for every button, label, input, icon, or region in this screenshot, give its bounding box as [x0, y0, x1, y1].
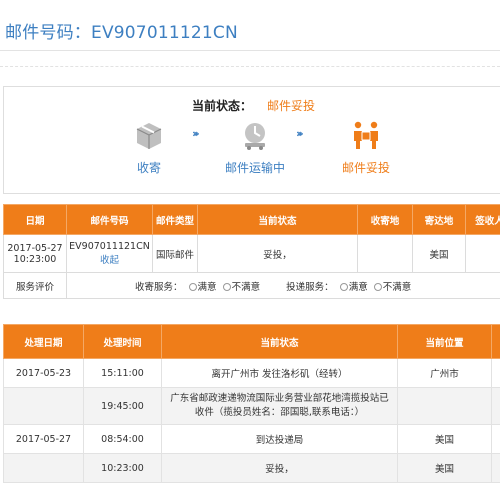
cell-number: EV907011121CN 收起: [66, 234, 153, 273]
row-status: 离开广州市 发往洛杉矶（经转）: [161, 358, 398, 388]
col-header-current-status: 当前状态: [161, 324, 398, 359]
col-header-signer: 签收人: [465, 204, 500, 235]
row-date: 2017-05-27: [3, 424, 84, 454]
deliver-satisfied-radio[interactable]: [339, 282, 348, 291]
cell-type: 国际邮件: [152, 234, 198, 273]
collect-satisfied-label: 满意: [197, 281, 217, 293]
table-row: 19:45:00 广东省邮政速递物流国际业务营业部花地湾揽投站已收件（揽投员姓名…: [3, 387, 500, 425]
tracking-table: 处理日期 处理时间 当前状态 当前位置 2017-05-23 15:11:00 …: [3, 324, 500, 483]
deliver-unsatisfied-label: 不满意: [382, 281, 412, 293]
row-time: 15:11:00: [83, 358, 162, 388]
table-row: 10:23:00 妥投， 美国: [3, 453, 500, 483]
table-row: 2017-05-23 15:11:00 离开广州市 发往洛杉矶（经转） 广州市: [3, 358, 500, 388]
row-location: 美国: [397, 424, 492, 454]
progress-arrows-2: ›››: [296, 127, 303, 140]
col-header-date: 日期: [3, 204, 67, 235]
row-date: [3, 453, 84, 483]
col-header-location: 当前位置: [397, 324, 492, 359]
cell-status: 妥投，: [197, 234, 358, 273]
row-location: 广州市: [397, 358, 492, 388]
rating-row: 服务评价 收寄服务： 满意 不满意 投递服务： 满意 不满意: [3, 272, 500, 299]
row-date: 2017-05-23: [3, 358, 84, 388]
rating-label: 服务评价: [3, 272, 67, 299]
status-value: 邮件妥投: [267, 99, 316, 113]
row-status: 妥投，: [161, 453, 398, 483]
package-icon: [136, 123, 162, 149]
status-label: 当前状态：: [192, 99, 253, 113]
dotted-divider: [0, 66, 500, 67]
col-header-process-date: 处理日期: [3, 324, 84, 359]
step-label-delivered: 邮件妥投: [341, 161, 390, 175]
cell-date: 2017-05-27 10:23:00: [3, 234, 67, 273]
delivery-people-icon: [354, 121, 378, 149]
col-header-type: 邮件类型: [152, 204, 198, 235]
col-header-number: 邮件号码: [66, 204, 153, 235]
col-header-status: 当前状态: [197, 204, 358, 235]
collect-unsatisfied-label: 不满意: [231, 281, 261, 293]
mail-number: EV907011121CN: [69, 241, 150, 252]
step-transport: 邮件运输中: [215, 119, 295, 179]
cell-destination: 美国: [412, 234, 466, 273]
step-label-collect: 收寄: [136, 161, 161, 175]
col-header-process-time: 处理时间: [83, 324, 162, 359]
status-panel: 当前状态： 邮件妥投 收寄 ››› 邮件运输中 ››› 邮件妥投: [3, 86, 500, 194]
header-divider: [0, 50, 500, 51]
row-time: 19:45:00: [83, 387, 162, 425]
row-location: 美国: [397, 453, 492, 483]
mail-info-table: 日期 邮件号码 邮件类型 当前状态 收寄地 寄达地 签收人 2017-05-27…: [3, 204, 500, 299]
progress-arrows-1: ›››: [192, 127, 199, 140]
row-time: 08:54:00: [83, 424, 162, 454]
collapse-link[interactable]: 收起: [67, 252, 152, 266]
row-date: [3, 387, 84, 425]
step-collect: 收寄: [109, 119, 189, 179]
row-status: 到达投递局: [161, 424, 398, 454]
table-row: 2017-05-27 08:54:00 到达投递局 美国: [3, 424, 500, 454]
cell-signer: [465, 234, 500, 273]
row-status: 广东省邮政速递物流国际业务营业部花地湾揽投站已收件（揽投员姓名：邵国聪,联系电话…: [161, 387, 398, 425]
step-label-transport: 邮件运输中: [224, 161, 285, 175]
col-header-origin: 收寄地: [357, 204, 413, 235]
collect-satisfied-radio[interactable]: [188, 282, 197, 291]
rating-options: 收寄服务： 满意 不满意 投递服务： 满意 不满意: [66, 272, 500, 299]
mail-number-title: 邮件号码：EV907011121CN: [5, 23, 238, 43]
page-header: 邮件号码：EV907011121CN: [0, 0, 500, 52]
deliver-satisfied-label: 满意: [348, 281, 368, 293]
cell-origin: [357, 234, 413, 273]
row-time: 10:23:00: [83, 453, 162, 483]
collect-unsatisfied-radio[interactable]: [222, 282, 231, 291]
col-header-extra: [491, 324, 500, 359]
transport-icon: [245, 123, 265, 150]
table-row: 2017-05-27 10:23:00 EV907011121CN 收起 国际邮…: [3, 234, 500, 273]
row-location: [397, 387, 492, 425]
step-delivered: 邮件妥投: [326, 119, 406, 179]
col-header-destination: 寄达地: [412, 204, 466, 235]
deliver-service-label: 投递服务：: [286, 281, 334, 293]
collect-service-label: 收寄服务：: [135, 281, 183, 293]
deliver-unsatisfied-radio[interactable]: [373, 282, 382, 291]
